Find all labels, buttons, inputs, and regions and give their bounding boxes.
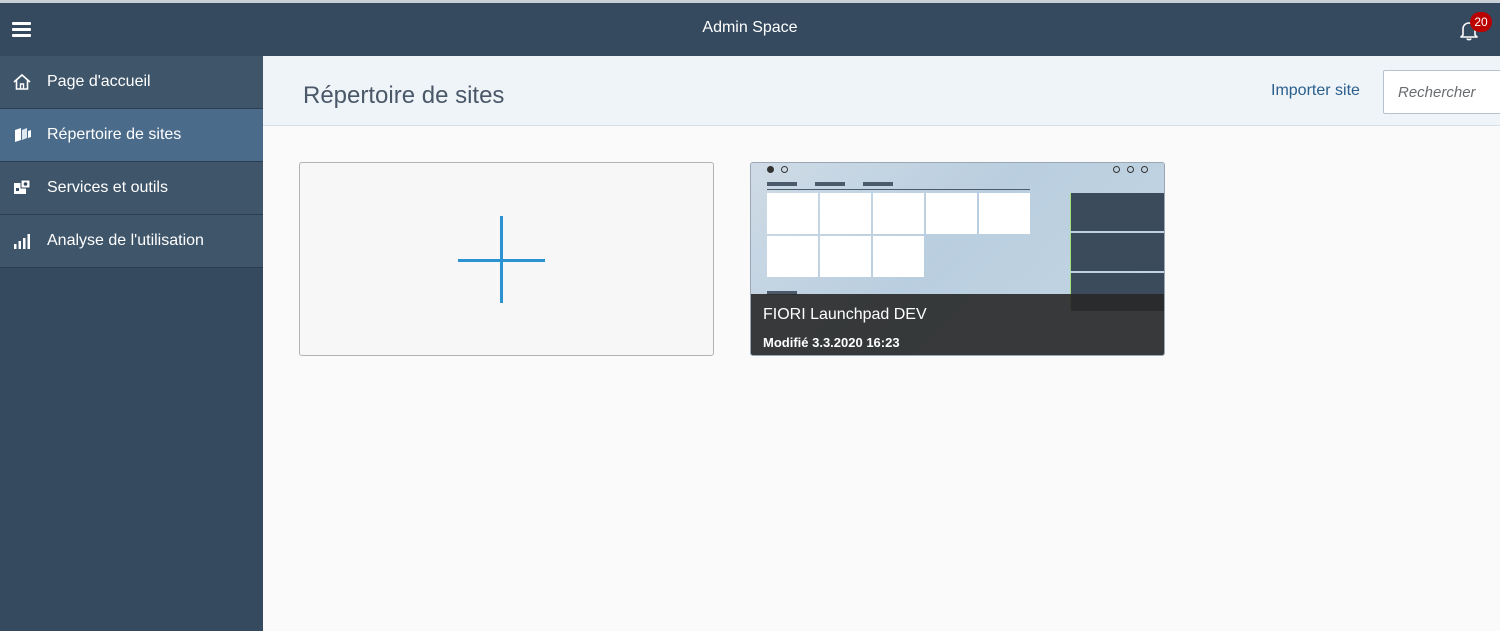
sidebar-item-services[interactable]: Services et outils	[0, 162, 263, 215]
sites-icon	[15, 128, 31, 142]
page-title: Répertoire de sites	[303, 82, 505, 109]
import-site-link[interactable]: Importer site	[1271, 82, 1360, 100]
sidebar-item-label: Analyse de l'utilisation	[47, 232, 204, 249]
add-site-tile[interactable]	[299, 162, 714, 356]
notification-badge: 20	[1470, 12, 1492, 32]
sidebar-item-label: Page d'accueil	[47, 73, 151, 90]
home-icon	[13, 73, 31, 90]
search-input[interactable]	[1383, 70, 1500, 114]
sidebar-item-label: Répertoire de sites	[47, 126, 182, 143]
sidebar-item-label: Services et outils	[47, 179, 168, 196]
analytics-icon	[14, 234, 30, 249]
site-tile[interactable]: FIORI Launchpad DEV Modifié 3.3.2020 16:…	[750, 162, 1165, 356]
site-modified: Modifié 3.3.2020 16:23	[763, 335, 900, 350]
plus-icon-vertical	[500, 216, 503, 303]
services-icon	[14, 179, 31, 194]
site-title: FIORI Launchpad DEV	[763, 306, 927, 323]
app-title: Admin Space	[702, 19, 798, 36]
page-header: Répertoire de sites Importer site	[263, 56, 1500, 126]
sidebar: Page d'accueil Répertoire de sites Servi…	[0, 56, 263, 631]
tile-caption: FIORI Launchpad DEV Modifié 3.3.2020 16:…	[751, 294, 1164, 355]
sidebar-item-sites[interactable]: Répertoire de sites	[0, 109, 263, 162]
sidebar-item-analytics[interactable]: Analyse de l'utilisation	[0, 215, 263, 268]
shell-bar: Admin Space 20	[0, 0, 1500, 56]
sidebar-item-home[interactable]: Page d'accueil	[0, 56, 263, 109]
